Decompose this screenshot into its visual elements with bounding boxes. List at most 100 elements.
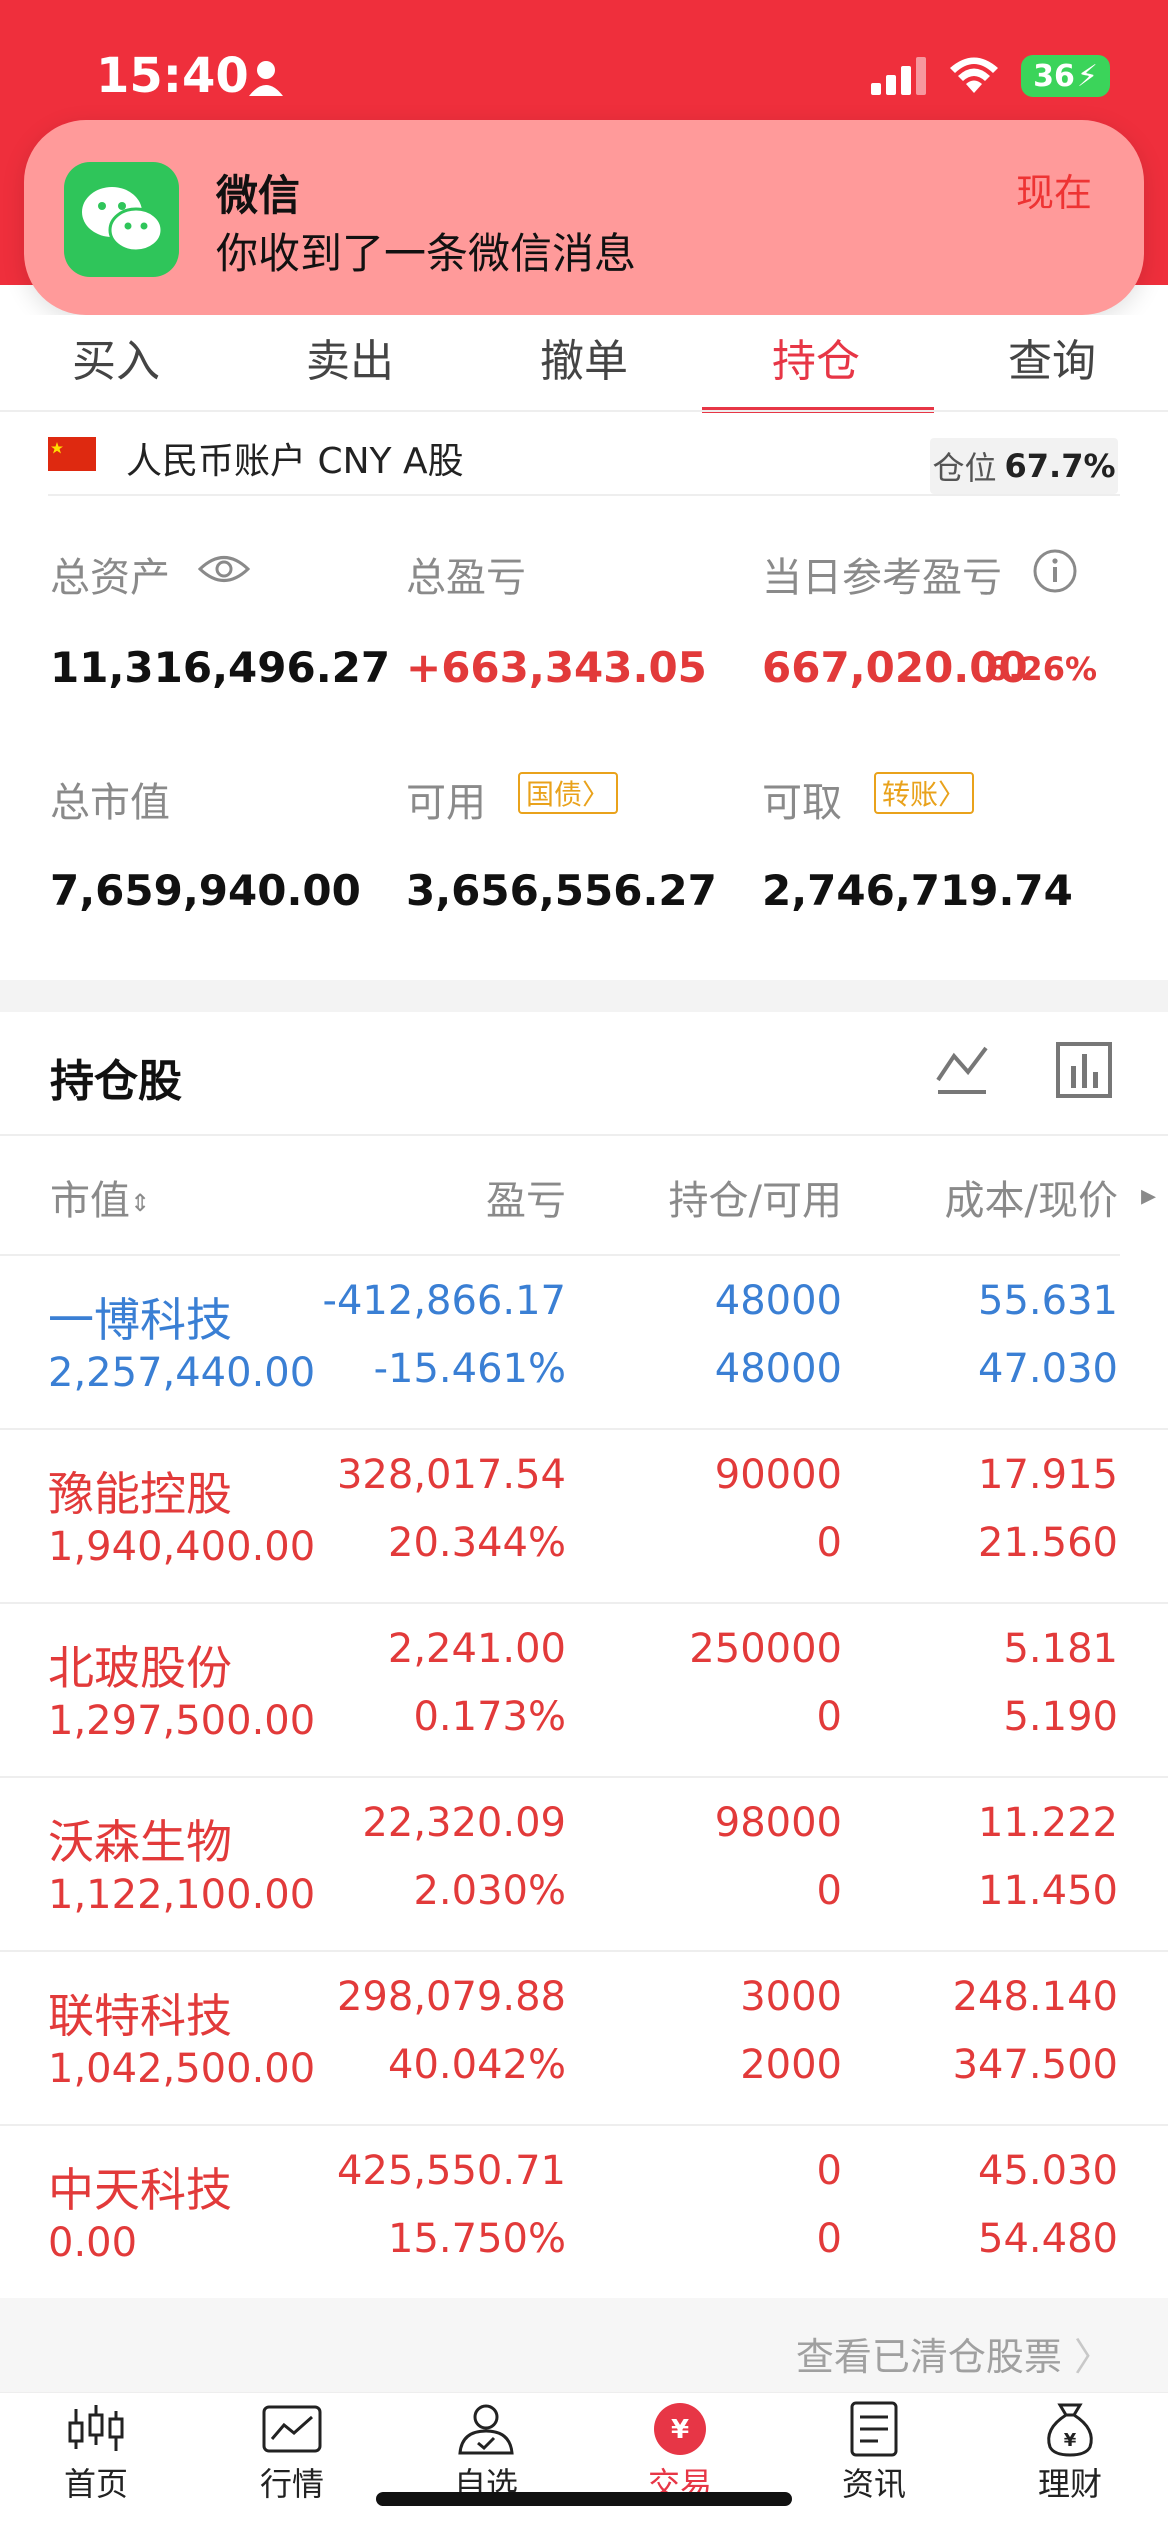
stock-hold: 98000 — [714, 1800, 842, 1846]
stock-market-value: 0.00 — [48, 2220, 138, 2266]
stock-market-value: 1,297,500.00 — [48, 1698, 316, 1744]
position-badge: 仓位 67.7% — [930, 438, 1118, 494]
scroll-right-icon[interactable]: ▸ — [1141, 1178, 1156, 1213]
stock-pl-percent: 40.042% — [388, 2042, 566, 2088]
stock-price: 11.450 — [978, 1868, 1118, 1914]
cleared-stocks-label: 查看已清仓股票 — [795, 2335, 1062, 2379]
stock-hold: 90000 — [714, 1452, 842, 1498]
table-row[interactable]: 豫能控股 1,940,400.00 328,017.54 20.344% 900… — [0, 1430, 1168, 1604]
stock-pl: 22,320.09 — [362, 1800, 566, 1846]
stock-available: 0 — [816, 1868, 842, 1914]
stock-price: 21.560 — [978, 1520, 1118, 1566]
news-icon — [850, 2401, 898, 2457]
nav-market[interactable]: 行情 — [222, 2401, 362, 2505]
signal-icon — [871, 57, 927, 95]
notification-time: 现在 — [1015, 171, 1092, 215]
stock-name: 一博科技 — [48, 1293, 232, 1347]
bar-chart-icon[interactable] — [1054, 1040, 1114, 1100]
withdrawable-label: 可取 — [762, 780, 842, 826]
column-market-value[interactable]: 市值⇕ — [50, 1168, 150, 1226]
table-row[interactable]: 北玻股份 1,297,500.00 2,241.00 0.173% 250000… — [0, 1604, 1168, 1778]
wifi-icon — [950, 57, 999, 93]
stock-price: 47.030 — [978, 1346, 1118, 1392]
nav-home-label: 首页 — [63, 2465, 128, 2503]
nav-home[interactable]: 首页 — [26, 2401, 166, 2505]
transfer-tag-button[interactable]: 转账 〉 — [874, 772, 975, 814]
bottom-nav: 首页 行情 自选 ¥ 交易 资讯 ¥ 理财 — [0, 2392, 1168, 2532]
status-time: 15:40 — [96, 48, 249, 104]
stock-pl: -412,866.17 — [322, 1278, 566, 1324]
stock-pl: 298,079.88 — [336, 1974, 566, 2020]
charging-icon: ⚡ — [1076, 58, 1098, 94]
stock-available: 0 — [816, 1694, 842, 1740]
stock-cost: 248.140 — [952, 1974, 1118, 2020]
nav-news-label: 资讯 — [841, 2465, 906, 2503]
stock-pl-percent: 0.173% — [413, 1694, 566, 1740]
nav-trade[interactable]: ¥ 交易 — [610, 2401, 750, 2505]
stock-hold: 0 — [816, 2148, 842, 2194]
tab-query[interactable]: 查询 — [1008, 325, 1096, 389]
nav-news[interactable]: 资讯 — [804, 2401, 944, 2505]
home-indicator[interactable] — [376, 2492, 792, 2506]
stock-market-value: 1,042,500.00 — [48, 2046, 316, 2092]
stock-available: 0 — [816, 1520, 842, 1566]
chevron-right-icon: 〉 — [1073, 2335, 1112, 2379]
nav-wealth[interactable]: ¥ 理财 — [1000, 2401, 1140, 2505]
chevron-right-icon: 〉 — [582, 778, 611, 811]
transfer-tag-label: 转账 — [882, 778, 939, 811]
tab-sell[interactable]: 卖出 — [306, 325, 394, 389]
eye-icon[interactable] — [198, 552, 250, 586]
stock-cost: 17.915 — [978, 1452, 1118, 1498]
account-label: 人民币账户 CNY A股 — [126, 441, 464, 482]
stock-name: 北玻股份 — [48, 1641, 232, 1695]
total-pl-value: +663,343.05 — [406, 643, 707, 692]
stock-cost: 5.181 — [1003, 1626, 1118, 1672]
stock-available: 48000 — [714, 1346, 842, 1392]
stock-price: 54.480 — [978, 2216, 1118, 2262]
available-value: 3,656,556.27 — [406, 866, 717, 915]
table-row[interactable]: 沃森生物 1,122,100.00 22,320.09 2.030% 98000… — [0, 1778, 1168, 1952]
daily-pl-percent: 6.26% — [986, 650, 1098, 688]
yuan-icon: ¥ — [654, 2403, 706, 2455]
status-bar: 15:40 36 ⚡ — [0, 0, 1168, 140]
stock-pl: 2,241.00 — [387, 1626, 566, 1672]
nav-market-label: 行情 — [259, 2465, 324, 2503]
stock-name: 豫能控股 — [48, 1467, 232, 1521]
daily-pl-label: 当日参考盈亏 — [762, 555, 1002, 601]
holdings-title: 持仓股 — [50, 1056, 182, 1107]
cleared-stocks-link[interactable]: 查看已清仓股票 〉 — [796, 2326, 1112, 2381]
position-label: 仓位 — [932, 449, 997, 487]
chevron-right-icon: 〉 — [938, 778, 967, 811]
available-label: 可用 — [406, 780, 486, 826]
stock-name: 中天科技 — [48, 2163, 232, 2217]
wechat-notification[interactable]: 微信 你收到了一条微信消息 现在 — [24, 120, 1144, 315]
wechat-icon — [64, 162, 179, 277]
stock-hold: 3000 — [740, 1974, 842, 2020]
column-hold: 持仓/可用 — [668, 1178, 842, 1224]
table-row[interactable]: 一博科技 2,257,440.00 -412,866.17 -15.461% 4… — [0, 1256, 1168, 1430]
total-assets-value: 11,316,496.27 — [50, 643, 391, 692]
svg-text:¥: ¥ — [1064, 2430, 1077, 2451]
column-cost: 成本/现价 — [944, 1178, 1118, 1224]
tab-buy[interactable]: 买入 — [72, 325, 160, 389]
nav-watchlist[interactable]: 自选 — [416, 2401, 556, 2505]
info-icon[interactable] — [1032, 548, 1078, 594]
person-icon — [249, 61, 283, 96]
treasury-tag-label: 国债 — [526, 778, 583, 811]
stock-price: 347.500 — [952, 2042, 1118, 2088]
stock-cost: 55.631 — [978, 1278, 1118, 1324]
tab-holdings[interactable]: 持仓 — [772, 325, 860, 389]
stock-market-value: 2,257,440.00 — [48, 1350, 316, 1396]
treasury-tag-button[interactable]: 国债 〉 — [518, 772, 619, 814]
tab-cancel[interactable]: 撤单 — [540, 325, 628, 389]
notification-message: 你收到了一条微信消息 — [216, 229, 637, 278]
table-row[interactable]: 中天科技 0.00 425,550.71 15.750% 0 0 45.030 … — [0, 2126, 1168, 2300]
stock-market-value: 1,122,100.00 — [48, 1872, 316, 1918]
table-row[interactable]: 联特科技 1,042,500.00 298,079.88 40.042% 300… — [0, 1952, 1168, 2126]
stock-market-value: 1,940,400.00 — [48, 1524, 316, 1570]
divider — [48, 494, 1120, 496]
line-chart-icon[interactable] — [932, 1040, 992, 1100]
market-chart-icon — [262, 2405, 322, 2453]
stock-hold: 48000 — [714, 1278, 842, 1324]
divider — [0, 1134, 1168, 1136]
